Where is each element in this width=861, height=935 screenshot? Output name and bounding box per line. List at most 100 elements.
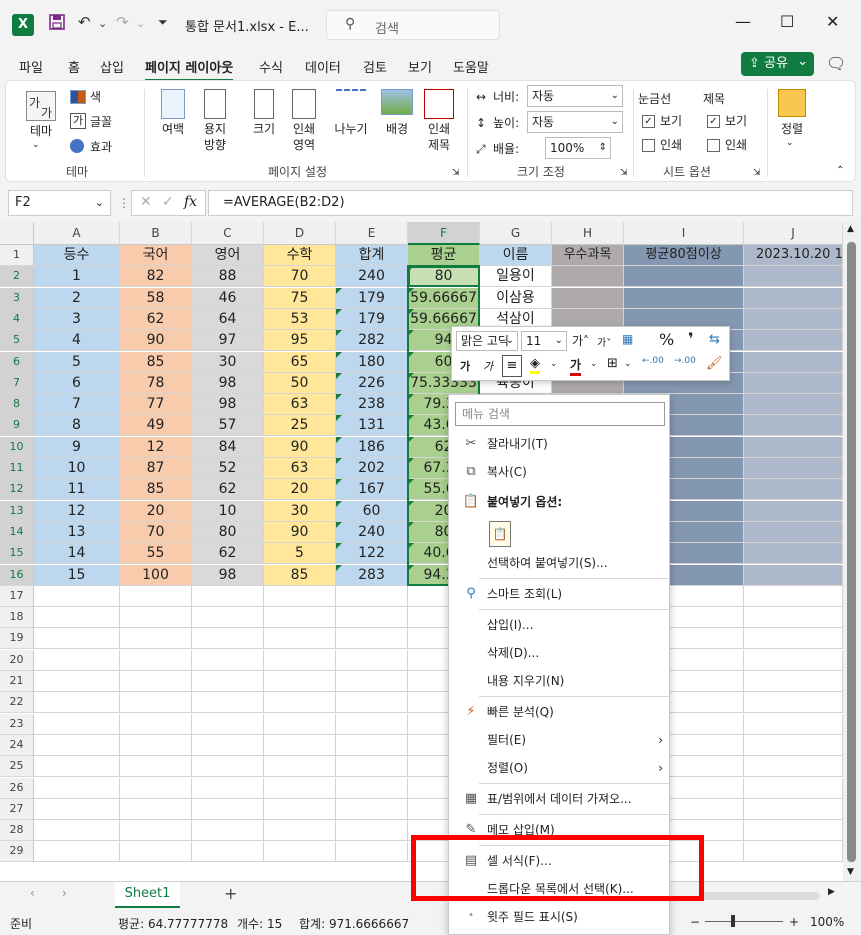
paste-icon[interactable]: 📋 (489, 521, 511, 547)
cell[interactable] (336, 649, 408, 671)
cell[interactable] (336, 798, 408, 820)
comments-icon[interactable]: 🗨 (826, 54, 846, 73)
row-header[interactable]: 16 (0, 564, 34, 586)
cell[interactable] (744, 756, 843, 778)
cell[interactable] (192, 820, 264, 842)
chevron-down-icon[interactable]: ⌄ (95, 191, 104, 215)
cell[interactable] (264, 713, 336, 735)
status-count[interactable]: 개수: 15 (237, 915, 282, 932)
cell[interactable]: 131 (336, 415, 408, 437)
cell[interactable]: 4 (34, 330, 120, 352)
cell[interactable]: 30 (192, 351, 264, 373)
vertical-scroll-thumb[interactable] (847, 242, 856, 862)
column-header[interactable]: I (624, 222, 744, 245)
font-size-select[interactable]: 11 ⌄ (521, 331, 567, 351)
cell[interactable]: 3 (34, 308, 120, 330)
arrange-dropdown-icon[interactable]: ⌄ (786, 135, 794, 151)
cell[interactable] (264, 756, 336, 778)
error-indicator-icon[interactable] (336, 394, 342, 401)
cell[interactable] (264, 734, 336, 756)
cell[interactable] (744, 287, 843, 309)
error-indicator-icon[interactable] (336, 415, 342, 422)
customize-toolbar-icon[interactable]: ⏷ (158, 15, 168, 30)
zoom-level[interactable]: 100% (810, 915, 844, 929)
error-indicator-icon[interactable] (336, 436, 342, 443)
cell[interactable]: 5 (264, 543, 336, 565)
menu-item-filter[interactable]: 필터(E) › (449, 727, 671, 753)
cell[interactable]: 이삼용 (480, 287, 552, 309)
cell[interactable]: 62 (120, 308, 192, 330)
row-header[interactable]: 24 (0, 734, 34, 756)
cell[interactable] (120, 713, 192, 735)
cell[interactable]: 283 (336, 564, 408, 586)
cell[interactable]: 12 (34, 500, 120, 522)
search-box[interactable]: ⚲ 검색 (326, 10, 500, 40)
cell[interactable] (120, 692, 192, 714)
cell[interactable]: 85 (120, 479, 192, 501)
row-header[interactable]: 5 (0, 330, 34, 352)
cell[interactable] (192, 692, 264, 714)
cell[interactable] (744, 308, 843, 330)
cell[interactable] (744, 777, 843, 799)
cell[interactable] (264, 628, 336, 650)
cell[interactable]: 85 (264, 564, 336, 586)
gridlines-view-checkbox[interactable]: ✓ (642, 115, 655, 128)
cell[interactable]: 국어 (120, 245, 192, 266)
cell[interactable] (264, 798, 336, 820)
cell[interactable] (336, 713, 408, 735)
error-indicator-icon[interactable] (408, 372, 414, 379)
row-header[interactable]: 12 (0, 479, 34, 501)
cell[interactable]: 평균80점이상 (624, 245, 744, 266)
sheet-options-launcher-icon[interactable]: ⇲ (753, 165, 761, 181)
orientation-button[interactable]: 용지 방향 (197, 121, 233, 153)
redo-icon[interactable]: ↷ (116, 13, 129, 31)
share-button[interactable]: ⇪ 공유 ⌄ (741, 52, 814, 76)
orientation-icon[interactable] (204, 89, 226, 119)
maximize-button[interactable]: ☐ (780, 12, 794, 31)
error-indicator-icon[interactable] (408, 394, 414, 401)
italic-button[interactable]: 가 (483, 358, 493, 374)
print-titles-icon[interactable] (424, 89, 454, 119)
wrap-text-icon[interactable]: ⇆ (709, 332, 720, 347)
cell[interactable] (34, 607, 120, 629)
cell[interactable] (192, 649, 264, 671)
collapse-ribbon-icon[interactable]: ⌃ (836, 163, 844, 179)
zoom-out-icon[interactable]: − (690, 915, 700, 929)
cell[interactable] (744, 436, 843, 458)
size-button[interactable]: 크기 (250, 121, 278, 137)
cell[interactable]: 20 (264, 479, 336, 501)
cell[interactable]: 합계 (336, 245, 408, 266)
cell[interactable] (120, 777, 192, 799)
cell[interactable] (336, 734, 408, 756)
print-titles-button[interactable]: 인쇄 제목 (421, 121, 457, 153)
cell[interactable] (192, 671, 264, 692)
headings-print-checkbox[interactable] (707, 139, 720, 152)
cell[interactable] (34, 713, 120, 735)
row-header[interactable]: 13 (0, 500, 34, 522)
cell[interactable] (744, 330, 843, 352)
background-button[interactable]: 배경 (380, 121, 414, 137)
cell[interactable] (744, 351, 843, 373)
scroll-up-icon[interactable]: ▲ (847, 224, 854, 234)
select-all-corner[interactable] (0, 222, 34, 245)
error-indicator-icon[interactable] (408, 308, 414, 315)
cell[interactable]: 58 (120, 287, 192, 309)
cell[interactable] (744, 671, 843, 692)
cell[interactable] (34, 671, 120, 692)
error-indicator-icon[interactable] (408, 564, 414, 571)
cell[interactable]: 78 (120, 372, 192, 394)
cell[interactable] (192, 756, 264, 778)
cell[interactable]: 75 (264, 287, 336, 309)
error-indicator-icon[interactable] (408, 458, 414, 464)
menu-item-phonetic[interactable]: ᵃ 윗주 필드 표시(S) (449, 904, 671, 930)
cell[interactable]: 90 (120, 330, 192, 352)
cell[interactable] (744, 692, 843, 714)
cell[interactable] (34, 649, 120, 671)
row-header[interactable]: 28 (0, 820, 34, 842)
height-select[interactable]: 자동 ⌄ (527, 111, 623, 133)
row-header[interactable]: 29 (0, 841, 34, 863)
scroll-right-icon[interactable]: ▶ (828, 887, 835, 897)
cell[interactable]: 77 (120, 394, 192, 416)
cell[interactable] (192, 585, 264, 607)
tab-view[interactable]: 보기 (408, 57, 432, 76)
